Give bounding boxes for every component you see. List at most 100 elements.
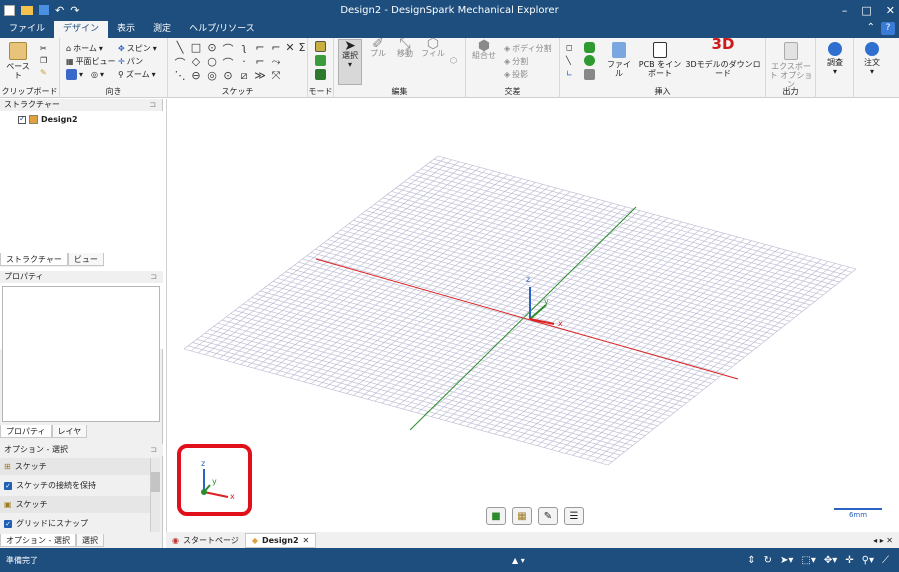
measure-icon[interactable]: ⟋ — [882, 555, 889, 566]
rectangle-tool-icon[interactable]: □ — [190, 41, 202, 54]
copy-icon[interactable]: ❐ — [40, 56, 47, 65]
scale-tool-icon[interactable]: ⤧ — [270, 69, 282, 83]
select-button[interactable]: ➤ 選択 ▾ — [338, 39, 362, 85]
tab-views[interactable]: ビュー — [67, 253, 104, 266]
three-point-rect-icon[interactable]: ◇ — [190, 55, 202, 68]
sketch-mode-button[interactable]: ▦ — [512, 507, 532, 525]
shell-icon[interactable] — [584, 69, 595, 80]
3d-mode-button[interactable]: ■ — [486, 507, 506, 525]
checkbox-keep-connected[interactable]: ✓ — [4, 481, 12, 490]
tab-scroll-arrows[interactable]: ◂ ▸ ✕ — [873, 536, 893, 545]
options-section-sketch[interactable]: ⊞ スケッチ — [0, 458, 150, 475]
tab-design2[interactable]: ◆ Design2 ✕ — [244, 532, 317, 548]
spin-status-icon[interactable]: ✥▾ — [824, 555, 837, 566]
tab-options-select[interactable]: オプション - 選択 — [0, 534, 76, 547]
visibility-checkbox[interactable] — [18, 114, 26, 124]
tree-item-design2[interactable]: Design2 — [18, 114, 78, 124]
redo-icon[interactable]: ↷ — [70, 4, 79, 17]
options-section-sketch-2[interactable]: ▣ スケッチ — [0, 496, 150, 513]
export-options-button[interactable]: エクスポート オプション — [768, 40, 814, 89]
three-point-circle-icon[interactable]: ○ — [206, 55, 218, 68]
cut-icon[interactable]: ✂ — [40, 44, 47, 53]
tab-file[interactable]: ファイル — [0, 21, 54, 38]
close-button[interactable]: ✕ — [886, 4, 895, 17]
help-button[interactable]: ? — [881, 22, 895, 35]
face-curve-icon[interactable]: ⧄ — [238, 69, 250, 83]
download-3d-model-button[interactable]: 3D 3Dモデルのダウンロード — [684, 37, 762, 79]
extend-tool-icon[interactable]: ⤳ — [270, 55, 282, 69]
insert-file-button[interactable]: ファイル — [604, 40, 634, 78]
open-folder-icon[interactable] — [21, 5, 33, 15]
tab-select[interactable]: 選択 — [75, 534, 104, 547]
construction-line-icon[interactable]: ⋱ — [174, 69, 186, 82]
layer-mode-button[interactable]: ☰ — [564, 507, 584, 525]
split-body-button[interactable]: ◈ ボディ分割 — [504, 43, 552, 54]
tab-start-page[interactable]: ◉ スタートページ — [166, 533, 245, 548]
ribbon-collapse-button[interactable]: ⌃ — [867, 22, 875, 35]
select-mode-icon[interactable]: ➤▾ — [780, 555, 793, 566]
pan-status-icon[interactable]: ✛ — [845, 555, 853, 566]
sketch-mode-icon[interactable] — [315, 41, 326, 52]
3d-mode-icon[interactable] — [315, 69, 326, 80]
pan-button[interactable]: ✛ パン — [118, 56, 143, 67]
trim-tool-icon[interactable]: ⌐ — [254, 41, 266, 54]
bend-tool-icon[interactable]: ≫ — [254, 69, 266, 82]
close-tab-icon[interactable]: ✕ — [303, 533, 310, 548]
spline-tool-icon[interactable]: ʅ — [238, 41, 250, 54]
zoom-status-icon[interactable]: ⚲▾ — [862, 555, 874, 566]
option-snap-to-grid[interactable]: ✓ グリッドにスナップ — [0, 515, 150, 532]
combine-button[interactable]: ⬢ 組合せ — [470, 39, 498, 60]
split-button[interactable]: ◈ 分割 — [504, 56, 528, 67]
snap-icon[interactable]: ⇕ — [747, 555, 755, 566]
tab-structure[interactable]: ストラクチャー — [0, 253, 68, 266]
plane-icon[interactable]: ◻ — [566, 43, 573, 52]
section-mode-icon[interactable] — [315, 55, 326, 66]
ellipse-tool-icon[interactable]: ⊖ — [190, 69, 202, 82]
tab-measure[interactable]: 測定 — [144, 21, 180, 38]
pull-button[interactable]: ✐ プル — [366, 37, 390, 58]
plan-view-button[interactable]: ▦ 平面ビュー — [66, 56, 116, 67]
option-keep-sketch-connected[interactable]: ✓ スケッチの接続を保持 — [0, 477, 150, 494]
options-scrollbar[interactable] — [150, 458, 160, 532]
home-button[interactable]: ⌂ ホーム ▾ — [66, 43, 103, 54]
box-select-icon[interactable]: ⬚▾ — [801, 555, 815, 566]
sphere-icon[interactable] — [584, 55, 595, 66]
tab-properties[interactable]: プロパティ — [0, 425, 52, 438]
app-icon[interactable] — [4, 4, 15, 16]
tab-help-resources[interactable]: ヘルプ/リソース — [180, 21, 264, 38]
offset-tool-icon[interactable]: ⌐ — [254, 55, 266, 68]
zoom-button[interactable]: ⚲ ズーム ▾ — [118, 69, 156, 80]
cylinder-icon[interactable] — [584, 42, 595, 53]
rotate-view-icon[interactable]: ↻ — [764, 555, 772, 566]
3d-viewport[interactable]: z y x z y x ■ ▦ ✎ ☰ 6mm — [166, 99, 899, 532]
circle-tool-icon[interactable]: ⊙ — [206, 41, 218, 54]
tab-layers[interactable]: レイヤ — [51, 425, 88, 438]
view-cube-button[interactable]: ▾ ◎ ▾ — [66, 69, 104, 80]
minimize-button[interactable]: – — [842, 4, 848, 17]
axis-icon[interactable]: ╲ — [566, 56, 571, 65]
origin-icon[interactable]: ∟ — [566, 69, 573, 78]
tab-display[interactable]: 表示 — [108, 21, 144, 38]
section-mode-button[interactable]: ✎ — [538, 507, 558, 525]
polygon-tool-icon[interactable]: ◎ — [206, 69, 218, 82]
intersect-tool-icon[interactable]: ✕ — [284, 41, 296, 54]
sweep-arc-icon[interactable]: ⊙ — [222, 69, 234, 82]
tab-design[interactable]: デザイン — [54, 21, 109, 38]
spin-button[interactable]: ✥ スピン ▾ — [118, 43, 157, 54]
fill-button[interactable]: ⬡ フィル — [420, 37, 446, 58]
sigma-tool-icon[interactable]: Σ — [296, 41, 308, 54]
undo-icon[interactable]: ↶ — [55, 4, 64, 17]
corner-tool-icon[interactable]: ⌐ — [270, 41, 282, 54]
paste-button[interactable]: ペースト — [4, 40, 32, 80]
investigate-button[interactable]: 調査 ▾ — [820, 40, 850, 76]
move-button[interactable]: ⤡ 移動 — [392, 37, 418, 58]
status-selection-filter[interactable]: ▲ ▾ — [512, 556, 525, 565]
checkbox-snap-to-grid[interactable]: ✓ — [4, 519, 12, 528]
point-tool-icon[interactable]: · — [238, 55, 250, 68]
pcb-import-button[interactable]: PCB をイン ポート — [638, 40, 682, 78]
blend-icon[interactable]: ⬡ — [450, 56, 457, 65]
maximize-button[interactable]: □ — [861, 4, 871, 17]
save-icon[interactable] — [39, 5, 49, 15]
format-painter-icon[interactable]: ✎ — [40, 68, 47, 77]
project-button[interactable]: ◈ 投影 — [504, 69, 528, 80]
